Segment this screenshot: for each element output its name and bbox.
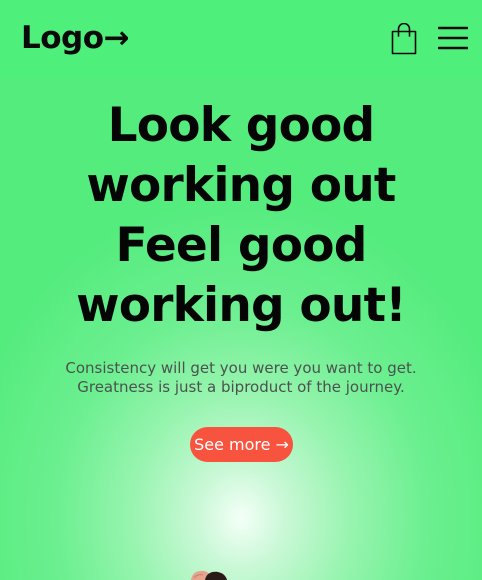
logo-link[interactable]: Logo→ (21, 20, 130, 56)
hamburger-menu-icon[interactable] (437, 26, 469, 50)
site-header: Logo→ (0, 0, 482, 78)
hero-subtitle-line: Consistency will get you were you want t… (65, 359, 417, 377)
hero-title-line: Look good (107, 98, 376, 153)
hero-image-fragment (191, 570, 227, 580)
hero-title-line: Feel good (115, 218, 367, 273)
hero-title-line: working out! (76, 278, 407, 333)
hero-title-line: working out (86, 158, 396, 213)
hero-title: Look good working out Feel good working … (0, 96, 482, 336)
hero-subtitle: Consistency will get you were you want t… (0, 359, 482, 397)
see-more-button[interactable]: See more → (190, 427, 293, 462)
shopping-bag-icon[interactable] (391, 22, 417, 55)
header-actions (391, 21, 469, 55)
hero-subtitle-line: Greatness is just a biproduct of the jou… (77, 378, 405, 396)
